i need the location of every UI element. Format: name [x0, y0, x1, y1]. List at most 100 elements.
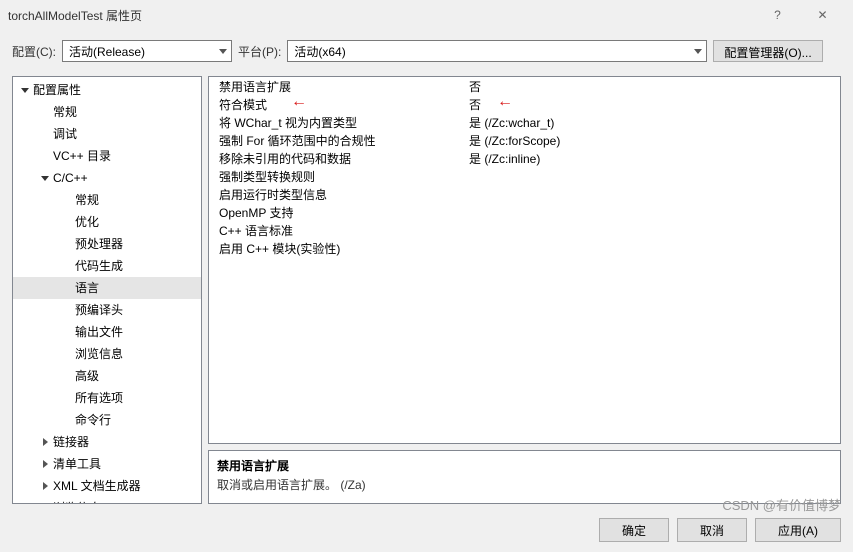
config-combo[interactable]: 活动(Release) [62, 40, 232, 62]
property-grid[interactable]: 禁用语言扩展否符合模式←否←将 WChar_t 视为内置类型是 (/Zc:wch… [208, 76, 841, 444]
expand-spacer [61, 304, 73, 316]
expand-right-icon[interactable] [39, 502, 51, 504]
tree-item[interactable]: 高级 [13, 365, 201, 387]
property-page-window: torchAllModelTest 属性页 ? ✕ 配置(C): 活动(Rele… [0, 0, 853, 552]
config-value: 活动(Release) [69, 43, 145, 60]
expand-right-icon[interactable] [39, 436, 51, 448]
tree-item-label: 浏览信息 [75, 345, 197, 363]
tree-item-label: 输出文件 [75, 323, 197, 341]
platform-label: 平台(P): [238, 43, 281, 60]
grid-property-name: 禁用语言扩展 [219, 78, 469, 95]
content-area: 配置属性常规调试VC++ 目录C/C++常规优化预处理器代码生成语言预编译头输出… [0, 76, 853, 508]
grid-row[interactable]: 强制类型转换规则 [209, 167, 840, 185]
grid-property-name: 强制 For 循环范围中的合规性 [219, 132, 469, 149]
tree-item-label: 预编译头 [75, 301, 197, 319]
grid-row[interactable]: OpenMP 支持 [209, 203, 840, 221]
grid-property-name: 启用 C++ 模块(实验性) [219, 240, 469, 257]
tree-item[interactable]: C/C++ [13, 167, 201, 189]
chevron-down-icon [694, 49, 702, 54]
tree-item-label: 链接器 [53, 433, 197, 451]
tree-item[interactable]: 浏览信息 [13, 497, 201, 504]
config-manager-button[interactable]: 配置管理器(O)... [713, 40, 822, 62]
desc-text: 取消或启用语言扩展。 (/Za) [217, 476, 832, 493]
grid-row[interactable]: 移除未引用的代码和数据是 (/Zc:inline) [209, 149, 840, 167]
close-icon: ✕ [817, 8, 827, 22]
chevron-down-icon [219, 49, 227, 54]
expand-right-icon[interactable] [39, 480, 51, 492]
tree-item-label: VC++ 目录 [53, 147, 197, 165]
tree-item-label: 常规 [53, 103, 197, 121]
tree-item-label: 代码生成 [75, 257, 197, 275]
tree-item[interactable]: 所有选项 [13, 387, 201, 409]
apply-button[interactable]: 应用(A) [755, 518, 841, 542]
tree-item[interactable]: 浏览信息 [13, 343, 201, 365]
expand-down-icon[interactable] [39, 172, 51, 184]
expand-spacer [61, 238, 73, 250]
tree-item[interactable]: 预编译头 [13, 299, 201, 321]
expand-spacer [61, 392, 73, 404]
desc-title: 禁用语言扩展 [217, 457, 832, 474]
tree-item-label: 预处理器 [75, 235, 197, 253]
grid-property-value[interactable]: 是 (/Zc:inline) [469, 150, 840, 167]
arrow-left-icon: ← [497, 93, 513, 111]
grid-property-value[interactable]: 否← [469, 96, 840, 113]
grid-property-name: 移除未引用的代码和数据 [219, 150, 469, 167]
expand-spacer [61, 216, 73, 228]
expand-right-icon[interactable] [39, 458, 51, 470]
grid-row[interactable]: 符合模式←否← [209, 95, 840, 113]
right-pane: 禁用语言扩展否符合模式←否←将 WChar_t 视为内置类型是 (/Zc:wch… [208, 76, 841, 504]
tree-item-label: 常规 [75, 191, 197, 209]
tree-item[interactable]: XML 文档生成器 [13, 475, 201, 497]
tree-item[interactable]: 链接器 [13, 431, 201, 453]
tree-item[interactable]: 优化 [13, 211, 201, 233]
expand-spacer [39, 150, 51, 162]
grid-row[interactable]: 禁用语言扩展否 [209, 77, 840, 95]
expand-spacer [61, 282, 73, 294]
grid-property-value[interactable]: 是 (/Zc:wchar_t) [469, 114, 840, 131]
cancel-button[interactable]: 取消 [677, 518, 747, 542]
tree-item-label: 浏览信息 [53, 499, 197, 504]
tree-item[interactable]: 调试 [13, 123, 201, 145]
tree-item-label: 配置属性 [33, 81, 197, 99]
grid-row[interactable]: 启用 C++ 模块(实验性) [209, 239, 840, 257]
grid-property-name: C++ 语言标准 [219, 222, 469, 239]
ok-button[interactable]: 确定 [599, 518, 669, 542]
tree-item-label: C/C++ [53, 169, 197, 187]
titlebar: torchAllModelTest 属性页 ? ✕ [0, 0, 853, 30]
tree-item[interactable]: 配置属性 [13, 79, 201, 101]
tree-view[interactable]: 配置属性常规调试VC++ 目录C/C++常规优化预处理器代码生成语言预编译头输出… [12, 76, 202, 504]
tree-item[interactable]: 预处理器 [13, 233, 201, 255]
tree-item[interactable]: 常规 [13, 101, 201, 123]
tree-item[interactable]: 命令行 [13, 409, 201, 431]
expand-down-icon[interactable] [19, 84, 31, 96]
grid-row[interactable]: 启用运行时类型信息 [209, 185, 840, 203]
tree-item-label: 命令行 [75, 411, 197, 429]
arrow-left-icon: ← [291, 93, 307, 111]
platform-combo[interactable]: 活动(x64) [287, 40, 707, 62]
tree-item[interactable]: 常规 [13, 189, 201, 211]
grid-property-value[interactable]: 是 (/Zc:forScope) [469, 132, 840, 149]
config-label: 配置(C): [12, 43, 56, 60]
tree-item[interactable]: 语言 [13, 277, 201, 299]
help-button[interactable]: ? [755, 0, 800, 30]
grid-property-name: 启用运行时类型信息 [219, 186, 469, 203]
expand-spacer [39, 106, 51, 118]
tree-item[interactable]: 清单工具 [13, 453, 201, 475]
expand-spacer [61, 348, 73, 360]
tree-item[interactable]: 代码生成 [13, 255, 201, 277]
tree-item[interactable]: VC++ 目录 [13, 145, 201, 167]
tree-item-label: 清单工具 [53, 455, 197, 473]
expand-spacer [61, 260, 73, 272]
grid-row[interactable]: 将 WChar_t 视为内置类型是 (/Zc:wchar_t) [209, 113, 840, 131]
grid-property-name: OpenMP 支持 [219, 204, 469, 221]
grid-row[interactable]: 强制 For 循环范围中的合规性是 (/Zc:forScope) [209, 131, 840, 149]
close-button[interactable]: ✕ [800, 0, 845, 30]
grid-property-value[interactable]: 否 [469, 78, 840, 95]
tree-item-label: 高级 [75, 367, 197, 385]
tree-item[interactable]: 输出文件 [13, 321, 201, 343]
expand-spacer [61, 414, 73, 426]
expand-spacer [61, 326, 73, 338]
toolbar: 配置(C): 活动(Release) 平台(P): 活动(x64) 配置管理器(… [0, 30, 853, 76]
grid-row[interactable]: C++ 语言标准 [209, 221, 840, 239]
tree-item-label: XML 文档生成器 [53, 477, 197, 495]
